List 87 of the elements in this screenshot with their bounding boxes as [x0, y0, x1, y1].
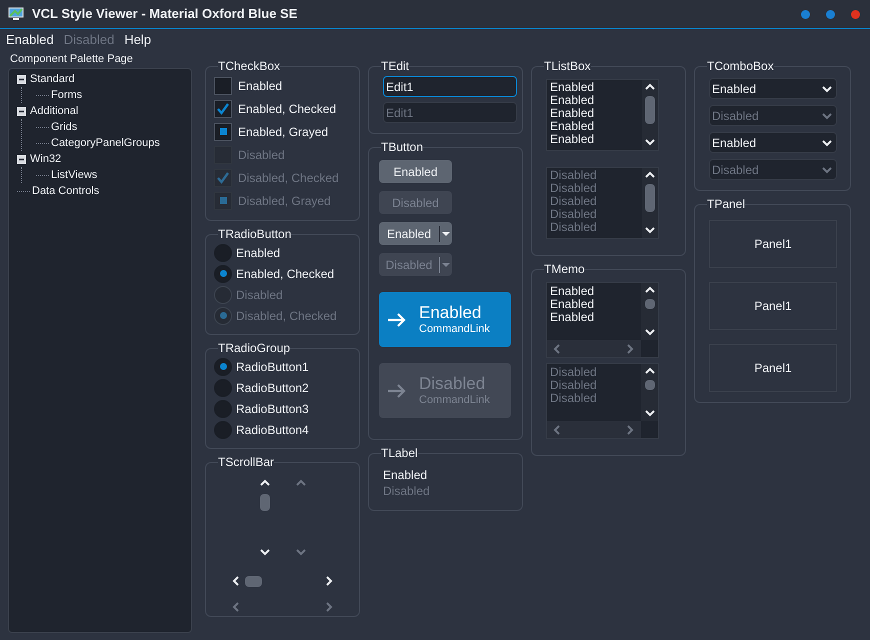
command-link[interactable]: Enabled CommandLink — [379, 292, 511, 347]
memo-line: Disabled — [550, 379, 598, 392]
group-title: TLabel — [381, 445, 418, 461]
vertical-scrollbar[interactable] — [258, 478, 272, 558]
checkbox-label: Disabled, Grayed — [238, 192, 331, 208]
radio-label: Enabled — [236, 244, 280, 260]
palette-label: Component Palette Page — [10, 52, 134, 67]
radio-label: RadioButton4 — [236, 422, 309, 438]
radio-label: RadioButton2 — [236, 380, 309, 396]
group-title: TEdit — [381, 58, 410, 74]
checkbox-label: Disabled, Checked — [238, 170, 339, 186]
window-title: VCL Style Viewer - Material Oxford Blue SE — [32, 5, 298, 24]
tree-item[interactable]: Forms — [51, 86, 82, 104]
caret-icon — [440, 260, 452, 268]
radio-button[interactable] — [214, 378, 232, 396]
radio-button[interactable] — [214, 264, 232, 282]
list-item[interactable]: Enabled — [550, 94, 642, 107]
collapse-icon[interactable] — [17, 106, 26, 116]
list-item[interactable]: Enabled — [550, 133, 642, 146]
maximize-icon[interactable] — [826, 10, 835, 18]
radio-button[interactable] — [214, 420, 232, 438]
radio-label: RadioButton3 — [236, 400, 309, 416]
scrollbar-thumb[interactable] — [644, 299, 654, 309]
checkbox-label: Enabled — [238, 78, 282, 94]
memo-line: Disabled — [550, 392, 598, 405]
list-item[interactable]: Enabled — [550, 81, 642, 94]
scrollbar-thumb[interactable] — [260, 494, 270, 511]
scrollbar-thumb[interactable] — [244, 576, 262, 586]
tree-item[interactable]: Grids — [51, 118, 78, 136]
menu-item[interactable]: Help — [124, 30, 152, 50]
radio-button[interactable] — [214, 244, 232, 262]
checkbox[interactable] — [214, 76, 232, 94]
radio-label: Disabled, Checked — [236, 308, 337, 324]
list-item[interactable]: Enabled — [550, 120, 642, 133]
horizontal-scrollbar[interactable] — [230, 574, 334, 588]
scrollbar-thumb[interactable] — [645, 96, 655, 124]
combo-box[interactable]: Enabled — [709, 132, 837, 153]
tree-item[interactable]: Data Controls — [32, 182, 100, 200]
memo-line: Enabled — [550, 311, 596, 324]
push-button[interactable]: Enabled — [379, 160, 452, 183]
close-icon[interactable] — [851, 10, 860, 18]
minimize-icon[interactable] — [801, 10, 810, 18]
app-icon — [8, 7, 24, 21]
text-field[interactable]: Edit1 — [383, 76, 517, 97]
group-title: TButton — [381, 139, 424, 155]
list-box[interactable]: Enabled Enabled Enabled Enabled Enabled — [546, 79, 659, 151]
group-title: TCheckBox — [218, 58, 280, 74]
memo-line: Enabled — [550, 285, 596, 298]
radio-button[interactable] — [214, 358, 232, 376]
collapse-icon[interactable] — [17, 74, 26, 84]
label-text: Enabled — [383, 467, 428, 483]
panel-caption: Panel1 — [754, 236, 792, 252]
arrow-icon — [387, 312, 407, 328]
tree-item[interactable]: ListViews — [51, 166, 98, 184]
group-title: TScrollBar — [218, 454, 274, 470]
split-button[interactable]: Enabled — [379, 222, 452, 245]
group-title: TComboBox — [707, 58, 774, 74]
group-title: TListBox — [544, 58, 591, 74]
tree-item[interactable]: Additional — [30, 102, 78, 120]
memo-line: Disabled — [550, 366, 598, 379]
radio-label: Disabled — [236, 286, 283, 302]
radio-label: Enabled, Checked — [236, 266, 334, 282]
panel-caption: Panel1 — [754, 360, 792, 376]
group-title: TRadioButton — [218, 226, 292, 242]
menu-item[interactable]: Enabled — [6, 30, 54, 50]
radio-button[interactable] — [214, 400, 232, 418]
list-item[interactable]: Enabled — [550, 107, 642, 120]
tree-item[interactable]: CategoryPanelGroups — [51, 134, 160, 152]
checkbox[interactable] — [214, 100, 232, 118]
panel-caption: Panel1 — [754, 298, 792, 314]
group-title: TMemo — [544, 261, 585, 277]
group-title: TRadioGroup — [218, 340, 290, 356]
memo-line: Enabled — [550, 298, 596, 311]
collapse-icon[interactable] — [17, 154, 26, 164]
checkbox-label: Enabled, Grayed — [238, 124, 328, 140]
checkbox[interactable] — [214, 122, 232, 140]
label-text: Disabled — [383, 483, 431, 499]
checkbox-label: Disabled — [238, 146, 285, 162]
tree-item[interactable]: Standard — [30, 70, 75, 88]
radio-label: RadioButton1 — [236, 358, 309, 374]
checkbox-label: Enabled, Checked — [238, 100, 336, 116]
arrow-icon — [387, 382, 407, 398]
memo-box[interactable]: Enabled Enabled Enabled — [546, 282, 659, 358]
caret-icon — [440, 230, 452, 238]
group-title: TPanel — [707, 196, 746, 212]
combo-box[interactable]: Enabled — [709, 78, 837, 99]
tree-item[interactable]: Win32 — [30, 150, 62, 168]
